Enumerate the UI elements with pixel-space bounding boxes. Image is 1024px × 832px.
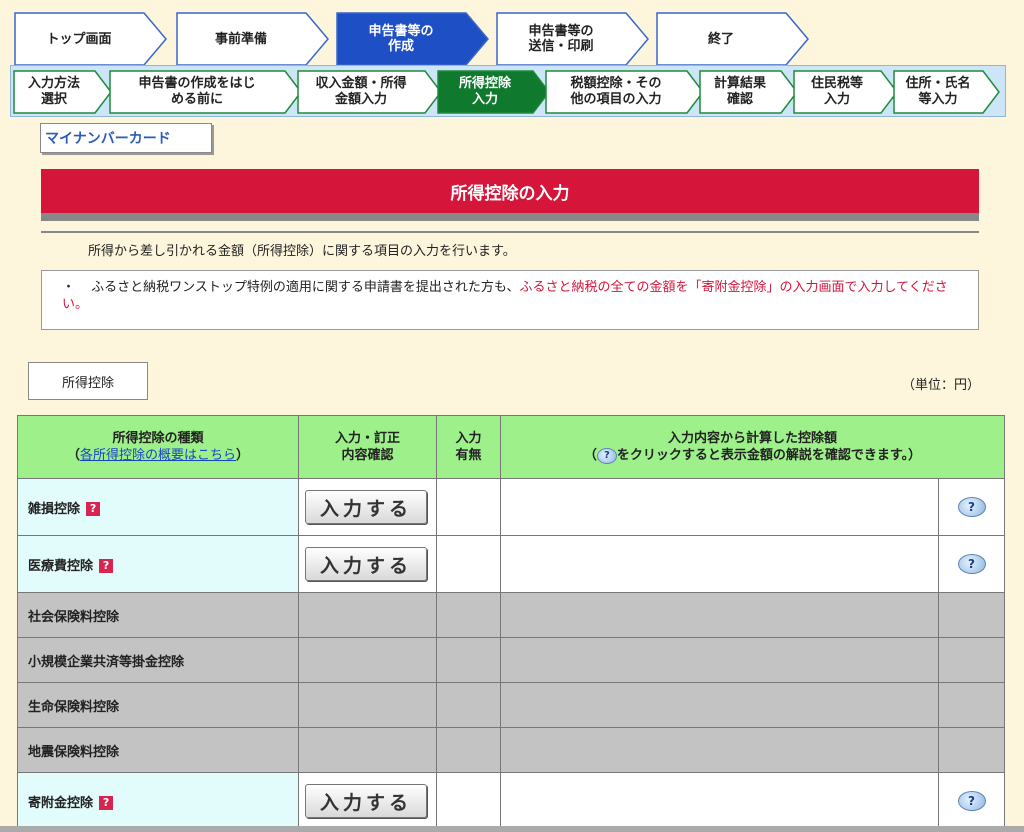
- input-status-cell: [436, 637, 501, 683]
- table-row: 医療費控除? 入力する?: [17, 535, 1005, 593]
- deduction-name: 雑損控除: [28, 501, 81, 517]
- question-mark-icon[interactable]: ?: [99, 559, 114, 573]
- help-icon[interactable]: ?: [957, 554, 986, 574]
- question-mark-icon[interactable]: ?: [99, 796, 114, 810]
- deduction-name: 生命保険料控除: [28, 699, 120, 715]
- input-status-cell: [436, 535, 501, 593]
- header-input-status: 入力 有無: [436, 415, 501, 479]
- section-label: 所得控除: [28, 362, 148, 400]
- input-status-cell: [436, 727, 501, 773]
- header-amount-label: 入力内容から計算した控除額: [667, 431, 837, 446]
- input-button-cell: [298, 592, 437, 638]
- furusato-notice: ・ ふるさと納税ワンストップ特例の適用に関する申請書を提出された方も、ふるさと納…: [41, 270, 979, 330]
- question-mark-icon[interactable]: ?: [86, 502, 101, 516]
- input-button-cell: [298, 727, 437, 773]
- deduction-name-cell: 生命保険料控除: [17, 682, 299, 728]
- table-row: 生命保険料控除: [17, 682, 1005, 728]
- input-button[interactable]: 入力する: [305, 547, 427, 581]
- amount-cell: [500, 637, 939, 683]
- input-button-cell: 入力する: [298, 478, 437, 536]
- deduction-name: 寄附金控除: [28, 795, 94, 811]
- deduction-name-cell: 寄附金控除?: [17, 772, 299, 830]
- sub-step-label: 収入金額・所得 金額入力: [315, 76, 407, 107]
- sub-step-label: 入力方法 選択: [27, 76, 80, 107]
- amount-cell: [500, 592, 939, 638]
- title-underline: [41, 213, 979, 221]
- horizontal-scrollbar[interactable]: [0, 826, 1024, 832]
- main-step-label: 申告書等の 送信・印刷: [528, 24, 594, 54]
- table-header-row: 所得控除の種類 （各所得控除の概要はこちら） 入力・訂正 内容確認 入力 有無 …: [17, 415, 1005, 479]
- help-cell: ?: [938, 772, 1005, 830]
- help-icon[interactable]: ?: [957, 497, 986, 517]
- deduction-name-cell: 地震保険料控除: [17, 727, 299, 773]
- header-deduction-type: 所得控除の種類 （各所得控除の概要はこちら）: [17, 415, 299, 479]
- amount-cell: [500, 535, 939, 593]
- page-description: 所得から差し引かれる金額（所得控除）に関する項目の入力を行います。: [88, 244, 516, 259]
- main-step-label: 終了: [707, 31, 734, 47]
- mynumber-card-button[interactable]: マイナンバーカード: [40, 123, 212, 153]
- help-cell: ?: [938, 478, 1005, 536]
- title-divider: [41, 231, 979, 233]
- sub-step-navigation: 入力方法 選択 申告書の作成をはじ める前に 収入金額・所得 金額入力 所得控除 入力…: [10, 65, 1006, 117]
- help-cell: [938, 637, 1005, 683]
- deduction-name-cell: 小規模企業共済等掛金控除: [17, 637, 299, 683]
- deduction-name-cell: 医療費控除?: [17, 535, 299, 593]
- help-cell: [938, 682, 1005, 728]
- main-step-label: 申告書等の 作成: [368, 24, 434, 54]
- sub-step-label: 計算結果 確認: [713, 76, 766, 107]
- sub-step-label: 申告書の作成をはじ める前に: [138, 76, 256, 107]
- main-step-label: トップ画面: [46, 31, 112, 47]
- sub-step-label: 所得控除 入力: [458, 76, 511, 107]
- deduction-table: 所得控除の種類 （各所得控除の概要はこちら） 入力・訂正 内容確認 入力 有無 …: [17, 415, 1005, 830]
- table-row: 地震保険料控除: [17, 727, 1005, 773]
- deduction-overview-link[interactable]: 各所得控除の概要はこちら: [80, 448, 236, 463]
- input-status-cell: [436, 772, 501, 830]
- page-title: 所得控除の入力: [41, 169, 979, 213]
- deduction-name: 小規模企業共済等掛金控除: [28, 654, 185, 670]
- table-row: 小規模企業共済等掛金控除: [17, 637, 1005, 683]
- header-calculated-amount: 入力内容から計算した控除額 （? をクリックすると表示金額の解説を確認できます。）: [500, 415, 1005, 479]
- sub-step-label: 住所・氏名 等入力: [905, 76, 971, 107]
- help-cell: [938, 727, 1005, 773]
- amount-cell: [500, 682, 939, 728]
- input-status-cell: [436, 478, 501, 536]
- input-button-cell: 入力する: [298, 772, 437, 830]
- header-type-label: 所得控除の種類: [112, 431, 204, 446]
- help-icon[interactable]: ?: [957, 791, 986, 811]
- header-input-confirm: 入力・訂正 内容確認: [298, 415, 437, 479]
- unit-label: （単位：円）: [901, 378, 980, 393]
- amount-cell: [500, 478, 939, 536]
- sub-step-label: 住民税等 入力: [810, 76, 863, 107]
- input-button-cell: 入力する: [298, 535, 437, 593]
- amount-cell: [500, 772, 939, 830]
- input-status-cell: [436, 682, 501, 728]
- deduction-name: 医療費控除: [28, 558, 94, 574]
- notice-bullet: ・: [62, 280, 76, 295]
- table-row: 雑損控除? 入力する?: [17, 478, 1005, 536]
- table-row: 社会保険料控除: [17, 592, 1005, 638]
- help-cell: ?: [938, 535, 1005, 593]
- table-row: 寄附金控除? 入力する?: [17, 772, 1005, 830]
- help-cell: [938, 592, 1005, 638]
- input-button[interactable]: 入力する: [305, 490, 427, 524]
- help-icon: ?: [596, 447, 617, 464]
- input-button-cell: [298, 637, 437, 683]
- notice-text: ふるさと納税ワンストップ特例の適用に関する申請書を提出された方も、: [91, 280, 520, 295]
- main-step-label: 事前準備: [214, 31, 267, 47]
- sub-step-label: 税額控除・その 他の項目の入力: [570, 76, 662, 107]
- deduction-name-cell: 社会保険料控除: [17, 592, 299, 638]
- deduction-name: 社会保険料控除: [28, 609, 120, 625]
- input-status-cell: [436, 592, 501, 638]
- input-button[interactable]: 入力する: [305, 784, 427, 818]
- deduction-name: 地震保険料控除: [28, 744, 120, 760]
- input-button-cell: [298, 682, 437, 728]
- amount-cell: [500, 727, 939, 773]
- deduction-name-cell: 雑損控除?: [17, 478, 299, 536]
